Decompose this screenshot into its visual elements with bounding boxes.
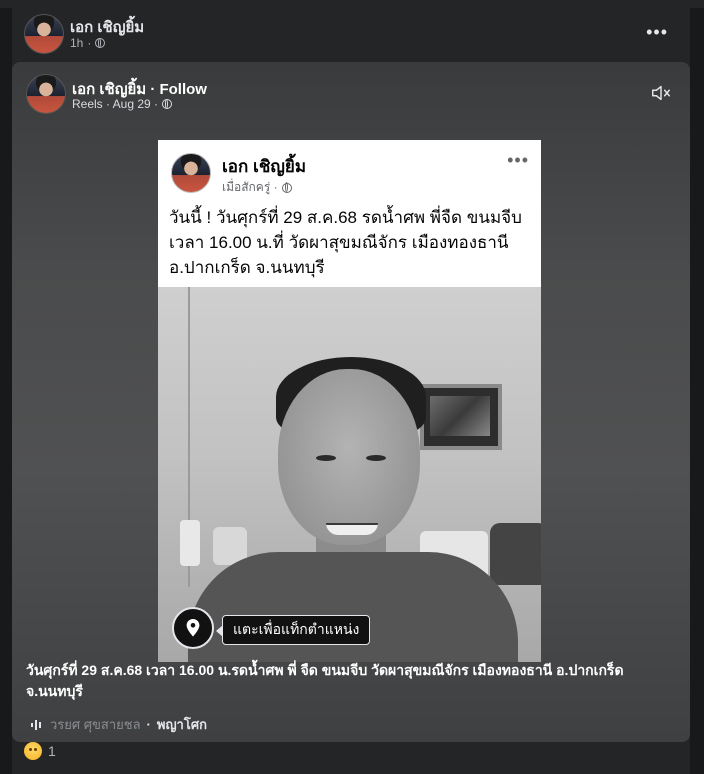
author-avatar[interactable]: [24, 14, 64, 54]
post-meta: 1h ·: [70, 36, 106, 50]
left-eye: [316, 455, 336, 461]
reactions-bar[interactable]: 1: [24, 742, 56, 760]
reel-author-avatar[interactable]: [26, 74, 66, 114]
reel-caption: วันศุกร์ที่ 29 ส.ค.68 เวลา 16.00 น.รดน้ำ…: [26, 662, 624, 699]
card-author-avatar: [171, 153, 211, 193]
audio-separator: ·: [146, 717, 151, 732]
smile: [326, 523, 378, 535]
card-more-icon: •••: [507, 150, 529, 170]
feed-post: เอก เชิญยิ้ม 1h · ••• เอก เชิญยิ้ม · Fol…: [12, 8, 690, 774]
audio-artist: วรยศ ศุขสายชล: [50, 717, 141, 732]
post-header: เอก เชิญยิ้ม 1h · •••: [12, 8, 690, 62]
card-author-name: เอก เชิญยิ้ม: [222, 157, 307, 176]
card-time: เมื่อสักครู่ ·: [222, 180, 278, 194]
globe-icon: [95, 37, 106, 48]
reel-video[interactable]: เอก เชิญยิ้ม · Follow Reels · Aug 29 · เ…: [12, 62, 690, 742]
reel-meta: Reels · Aug 29 ·: [72, 97, 173, 111]
shirt: [188, 552, 518, 662]
portrait-photo: แตะเพื่อแท็กตำแหน่ง: [158, 287, 541, 662]
reaction-count: 1: [48, 743, 56, 759]
location-pin-glyph: [186, 619, 200, 637]
post-time[interactable]: 1h: [70, 36, 83, 50]
rice-cooker: [490, 523, 541, 585]
audio-wave-icon: [31, 719, 41, 730]
audio-attribution[interactable]: วรยศ ศุขสายชล · พญาโศก: [30, 714, 207, 735]
speaker-muted-icon[interactable]: [650, 82, 672, 104]
bottle: [180, 520, 200, 566]
sad-emoji: [24, 742, 42, 760]
globe-icon: [162, 98, 173, 109]
reel-meta-label: Reels · Aug 29 ·: [72, 97, 159, 111]
meta-dot: ·: [87, 36, 92, 50]
globe-icon: [281, 182, 292, 193]
picture-frame: [420, 384, 502, 450]
face: [278, 369, 420, 545]
reel-header: เอก เชิญยิ้ม · Follow Reels · Aug 29 ·: [12, 62, 690, 122]
more-options-icon[interactable]: •••: [646, 22, 668, 43]
location-pin-icon[interactable]: [172, 607, 214, 649]
card-meta: เมื่อสักครู่ ·: [222, 178, 292, 197]
audio-title: พญาโศก: [156, 717, 207, 732]
shared-post-header: เอก เชิญยิ้ม เมื่อสักครู่ · ••• วันนี้ !…: [158, 140, 541, 287]
card-post-text: วันนี้ ! วันศุกร์ที่ 29 ส.ค.68 รดน้ำศพ พ…: [169, 208, 522, 277]
tag-location-tooltip[interactable]: แตะเพื่อแท็กตำแหน่ง: [215, 615, 371, 645]
shared-post-card: เอก เชิญยิ้ม เมื่อสักครู่ · ••• วันนี้ !…: [158, 140, 541, 662]
top-strip: [0, 0, 704, 8]
right-eye: [366, 455, 386, 461]
